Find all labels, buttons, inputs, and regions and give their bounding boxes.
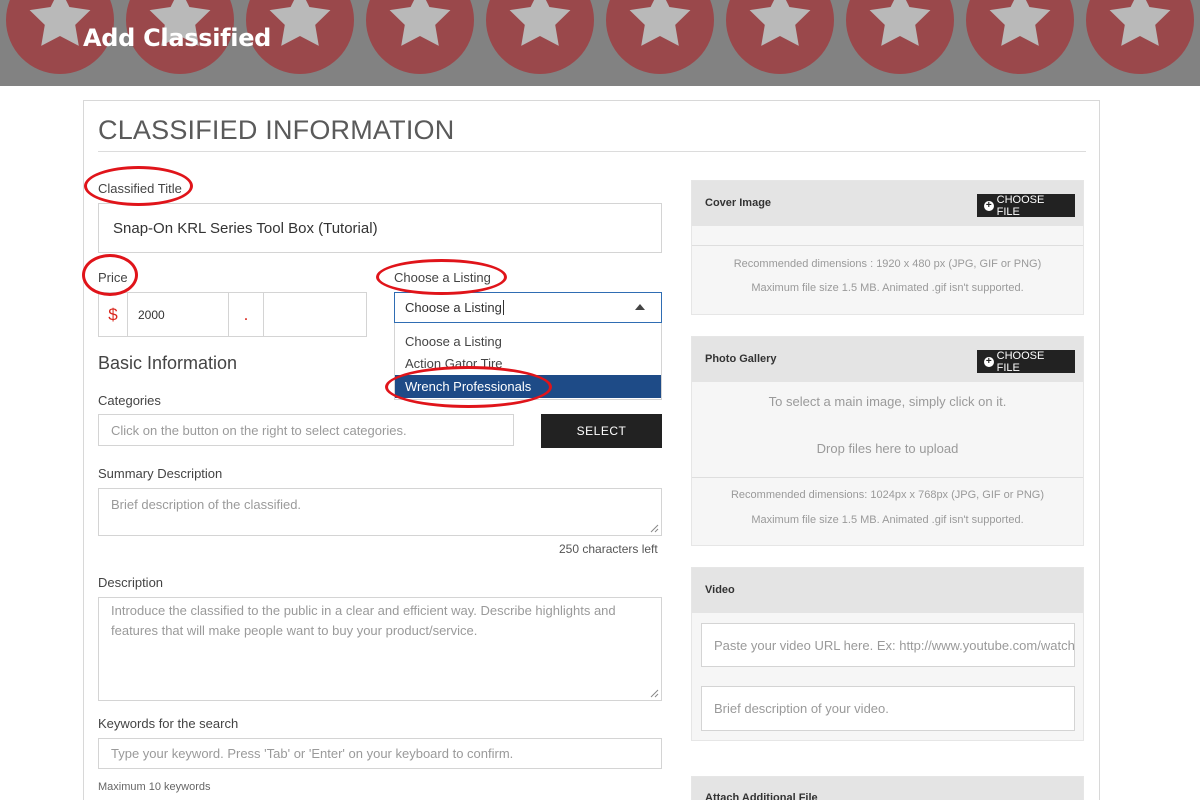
select-button-label: SELECT — [576, 424, 627, 438]
price-separator-text: . — [243, 304, 249, 324]
gallery-choose-file-label: CHOOSE FILE — [996, 349, 1045, 374]
description-textarea[interactable]: Introduce the classified to the public i… — [98, 597, 662, 701]
gallery-main-image-hint: To select a main image, simply click on … — [768, 394, 1007, 409]
cover-divider — [692, 245, 1083, 246]
cover-image-title: Cover Image — [705, 197, 772, 209]
price-whole-value: 2000 — [138, 307, 165, 322]
video-description-placeholder: Brief description of your video. — [714, 701, 889, 716]
video-url-placeholder: Paste your video URL here. Ex: http://ww… — [714, 637, 1075, 653]
summary-placeholder: Brief description of the classified. — [111, 497, 302, 512]
currency-symbol-text: $ — [108, 304, 118, 324]
currency-symbol: $ — [98, 292, 128, 337]
cover-image-card: Cover Image + CHOOSE FILE Recommended di… — [691, 180, 1084, 315]
section-divider — [98, 151, 1086, 152]
gallery-choose-file-button[interactable]: + CHOOSE FILE — [977, 349, 1075, 374]
text-cursor — [502, 300, 504, 315]
title-label: Classified Title — [98, 181, 182, 196]
video-description-input[interactable]: Brief description of your video. — [701, 686, 1075, 731]
plus-circle-icon: + — [984, 199, 994, 211]
photo-gallery-title: Photo Gallery — [705, 353, 777, 365]
listing-dropdown: Choose a Listing Action Gator Tire Wrenc… — [394, 323, 662, 400]
summary-character-counter: 250 characters left — [559, 542, 658, 556]
page-banner: Add Classified — [0, 0, 1200, 86]
categories-input[interactable]: Click on the button on the right to sele… — [98, 414, 514, 446]
keywords-input[interactable]: Type your keyword. Press 'Tab' or 'Enter… — [98, 738, 662, 769]
video-title: Video — [705, 584, 735, 596]
select-categories-button[interactable]: SELECT — [541, 414, 662, 448]
resize-handle-icon[interactable] — [650, 524, 659, 533]
listing-option-action-gator-tire[interactable]: Action Gator Tire — [395, 353, 661, 375]
description-placeholder: Introduce the classified to the public i… — [111, 603, 616, 638]
categories-placeholder: Click on the button on the right to sele… — [111, 422, 407, 438]
video-url-input[interactable]: Paste your video URL here. Ex: http://ww… — [701, 623, 1075, 667]
title-input-value: Snap-On KRL Series Tool Box (Tutorial) — [113, 219, 378, 237]
page-title: Add Classified — [83, 24, 272, 52]
keywords-label: Keywords for the search — [98, 716, 239, 731]
plus-circle-icon: + — [984, 355, 994, 367]
video-header: Video — [692, 568, 1083, 613]
attach-file-header: Attach Additional File — [692, 777, 1083, 800]
listing-select-value: Choose a Listing — [405, 300, 502, 315]
price-cents-input[interactable] — [263, 292, 367, 337]
cover-choose-file-button[interactable]: + CHOOSE FILE — [977, 193, 1075, 218]
cover-image-header: Cover Image + CHOOSE FILE — [692, 181, 1083, 226]
photo-gallery-card: Photo Gallery + CHOOSE FILE To select a … — [691, 336, 1084, 546]
keywords-note: Maximum 10 keywords — [98, 781, 211, 793]
gallery-drop-zone[interactable]: Drop files here to upload — [692, 441, 1083, 456]
attach-file-title: Attach Additional File — [705, 792, 818, 800]
listing-select[interactable]: Choose a Listing — [394, 292, 662, 323]
gallery-dimensions-hint: Recommended dimensions: 1024px x 768px (… — [730, 489, 1045, 501]
listing-option-choose[interactable]: Choose a Listing — [395, 330, 661, 353]
listing-option-wrench-professionals[interactable]: Wrench Professionals — [395, 375, 661, 398]
gallery-divider — [692, 477, 1083, 478]
description-label: Description — [98, 575, 164, 590]
cover-size-hint: Maximum file size 1.5 MB. Animated .gif … — [751, 282, 1024, 294]
listing-label: Choose a Listing — [394, 270, 491, 285]
gallery-size-hint: Maximum file size 1.5 MB. Animated .gif … — [751, 514, 1024, 526]
photo-gallery-header: Photo Gallery + CHOOSE FILE — [692, 337, 1083, 382]
categories-label: Categories — [98, 393, 161, 408]
keywords-placeholder: Type your keyword. Press 'Tab' or 'Enter… — [111, 746, 514, 761]
title-input[interactable]: Snap-On KRL Series Tool Box (Tutorial) — [98, 203, 662, 253]
caret-up-icon — [635, 304, 645, 310]
summary-label: Summary Description — [98, 466, 223, 481]
summary-textarea[interactable]: Brief description of the classified. — [98, 488, 662, 536]
attach-file-card: Attach Additional File — [691, 776, 1084, 800]
price-whole-input[interactable]: 2000 — [127, 292, 229, 337]
video-card: Video Paste your video URL here. Ex: htt… — [691, 567, 1084, 741]
basic-information-heading: Basic Information — [98, 353, 238, 373]
price-label: Price — [98, 270, 128, 285]
resize-handle-icon[interactable] — [650, 689, 659, 698]
cover-dimensions-hint: Recommended dimensions : 1920 x 480 px (… — [733, 258, 1042, 270]
cover-choose-file-label: CHOOSE FILE — [996, 193, 1045, 218]
price-separator: . — [228, 292, 264, 337]
section-title: CLASSIFIED INFORMATION — [98, 115, 455, 145]
